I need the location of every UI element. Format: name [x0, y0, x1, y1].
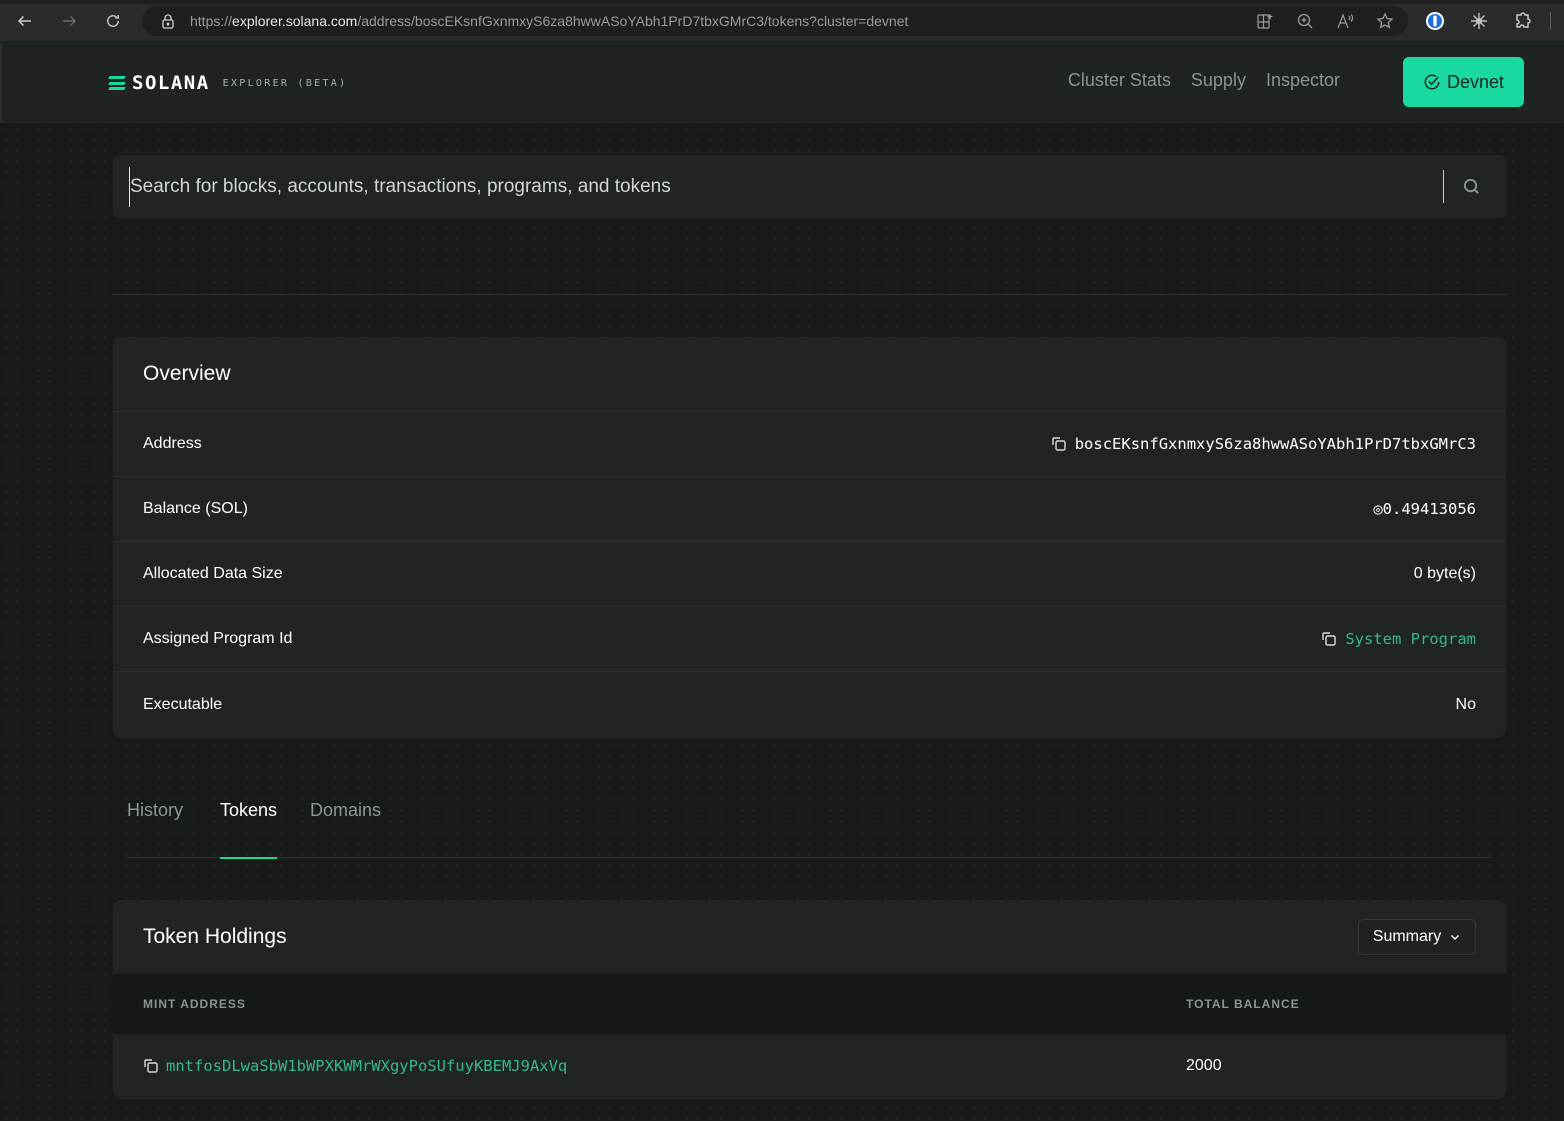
- row-value: System Program: [1321, 630, 1476, 648]
- address-value: boscEKsnfGxnmxyS6za8hwwASoYAbh1PrD7tbxGM…: [1074, 435, 1476, 453]
- row-label: Assigned Program Id: [143, 630, 293, 647]
- url-text: https://explorer.solana.com/address/bosc…: [190, 13, 908, 29]
- section-divider: [113, 294, 1506, 295]
- overview-row-address: Address boscEKsnfGxnmxyS6za8hwwASoYAbh1P…: [113, 412, 1506, 477]
- executable-value: No: [1455, 695, 1476, 713]
- account-tabs: History Tokens Domains: [127, 790, 1492, 859]
- search-icon[interactable]: [1462, 177, 1481, 196]
- solana-logo-icon: [108, 76, 126, 90]
- data-size-value: 0 byte(s): [1413, 565, 1476, 582]
- brand-logo[interactable]: SOLANA EXPLORER (BETA): [108, 72, 348, 94]
- view-select-dropdown[interactable]: Summary: [1358, 919, 1476, 955]
- mint-address-link[interactable]: mntfosDLwaSbW1bWPXKWMrWXgyPoSUfuyKBEMJ9A…: [166, 1057, 567, 1075]
- row-label: Balance (SOL): [143, 500, 248, 517]
- copy-icon[interactable]: [1051, 436, 1067, 452]
- nav-links: Cluster Stats Supply Inspector: [1068, 70, 1340, 91]
- url-path: /address/boscEKsnfGxnmxyS6za8hwwASoYAbh1…: [357, 13, 909, 29]
- zoom-icon[interactable]: [1296, 12, 1314, 30]
- password-manager-icon[interactable]: [1424, 10, 1446, 32]
- tab-history[interactable]: History: [127, 800, 183, 858]
- nav-link-cluster-stats[interactable]: Cluster Stats: [1068, 70, 1171, 91]
- overview-title: Overview: [113, 337, 1506, 412]
- brand-wordmark: SOLANA: [132, 72, 210, 94]
- extension-sparkle-icon[interactable]: [1468, 10, 1490, 32]
- mint-cell: mntfosDLwaSbW1bWPXKWMrWXgyPoSUfuyKBEMJ9A…: [113, 1057, 1186, 1075]
- overview-row-program-id: Assigned Program Id System Program: [113, 607, 1506, 672]
- reload-button[interactable]: [101, 9, 125, 33]
- row-label: Address: [143, 435, 202, 452]
- url-host: explorer.solana.com: [232, 13, 358, 29]
- overview-card: Overview Address boscEKsnfGxnmxyS6za8hww…: [113, 337, 1506, 738]
- column-header-balance: TOTAL BALANCE: [1186, 997, 1300, 1011]
- url-scheme: https://: [190, 13, 233, 29]
- forward-button[interactable]: [57, 9, 81, 33]
- browser-toolbar: https://explorer.solana.com/address/bosc…: [0, 0, 1564, 42]
- column-header-mint: MINT ADDRESS: [143, 997, 246, 1011]
- cluster-label: Devnet: [1446, 71, 1505, 92]
- favorite-star-icon[interactable]: [1376, 12, 1394, 30]
- search-divider: [1443, 170, 1444, 203]
- copy-icon[interactable]: [1321, 631, 1337, 647]
- back-button[interactable]: [13, 9, 37, 33]
- row-value: boscEKsnfGxnmxyS6za8hwwASoYAbh1PrD7tbxGM…: [1051, 435, 1476, 453]
- table-header: MINT ADDRESS TOTAL BALANCE: [113, 974, 1506, 1034]
- row-label: Executable: [143, 695, 223, 713]
- tab-tokens[interactable]: Tokens: [220, 800, 278, 859]
- cluster-select-button[interactable]: Devnet: [1403, 57, 1524, 107]
- token-holdings-header: Token Holdings Summary: [113, 900, 1506, 974]
- tab-domains[interactable]: Domains: [310, 800, 381, 858]
- app-navbar: SOLANA EXPLORER (BETA) Cluster Stats Sup…: [0, 42, 1564, 123]
- toolbar-divider: [1550, 12, 1551, 30]
- overview-row-balance: Balance (SOL) ◎0.49413056: [113, 477, 1506, 542]
- address-bar[interactable]: https://explorer.solana.com/address/bosc…: [142, 6, 1408, 36]
- copy-icon[interactable]: [143, 1058, 159, 1074]
- forward-icon: [63, 16, 76, 26]
- split-screen-icon[interactable]: [1256, 12, 1274, 30]
- chevron-down-icon: [1451, 934, 1460, 941]
- tab-strip: [0, 0, 1564, 4]
- token-holdings-title: Token Holdings: [143, 925, 287, 948]
- extensions-puzzle-icon[interactable]: [1512, 10, 1534, 32]
- balance-value: ◎0.49413056: [1373, 500, 1476, 518]
- nav-link-supply[interactable]: Supply: [1191, 70, 1246, 91]
- overview-row-executable: Executable No: [113, 672, 1506, 737]
- back-icon: [17, 15, 31, 27]
- search-input[interactable]: [129, 166, 1419, 207]
- check-circle-icon: [1424, 74, 1440, 90]
- reload-icon: [107, 15, 119, 27]
- lock-icon: [160, 13, 176, 29]
- balance-cell: 2000: [1186, 1057, 1222, 1074]
- search-bar: [113, 155, 1506, 218]
- nav-link-inspector[interactable]: Inspector: [1266, 70, 1340, 91]
- brand-subtitle: EXPLORER (BETA): [222, 77, 348, 89]
- program-id-link[interactable]: System Program: [1345, 630, 1476, 648]
- table-row: mntfosDLwaSbW1bWPXKWMrWXgyPoSUfuyKBEMJ9A…: [113, 1034, 1506, 1098]
- token-holdings-card: Token Holdings Summary MINT ADDRESS TOTA…: [113, 900, 1506, 1099]
- read-aloud-icon[interactable]: [1336, 12, 1354, 30]
- overview-row-data-size: Allocated Data Size 0 byte(s): [113, 542, 1506, 607]
- view-select-label: Summary: [1372, 928, 1442, 945]
- row-label: Allocated Data Size: [143, 565, 283, 582]
